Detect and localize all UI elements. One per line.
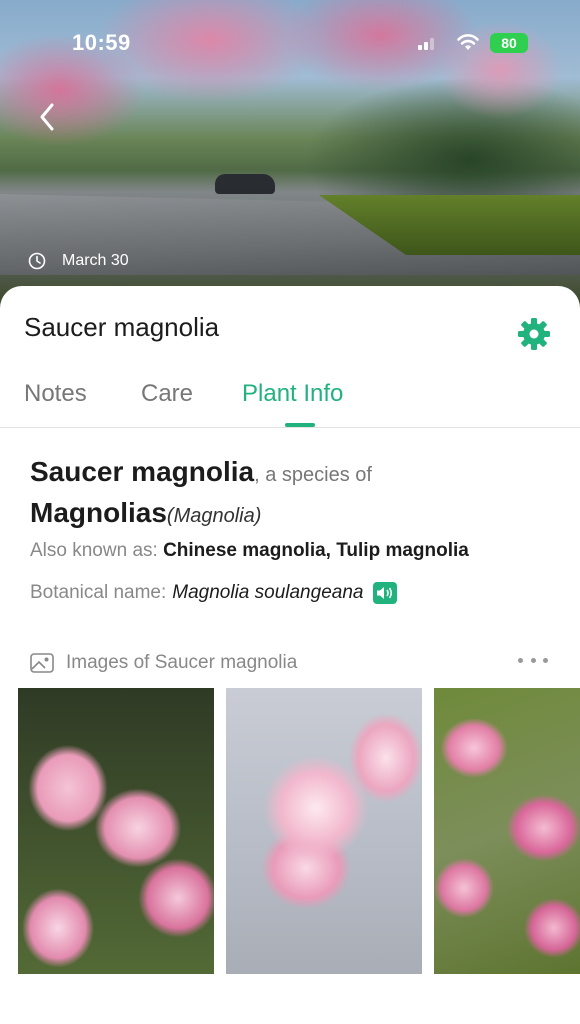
botanical-name: Botanical name: Magnolia soulangeana — [30, 582, 398, 604]
genus-name[interactable]: Magnolias — [30, 497, 167, 528]
chevron-left-icon — [40, 103, 54, 131]
genus-latin: (Magnolia) — [166, 505, 262, 527]
more-icon[interactable] — [518, 658, 548, 666]
tab-care[interactable]: Care — [141, 380, 193, 408]
battery-level: 80 — [501, 35, 517, 51]
plant-image-thumbnail[interactable] — [226, 688, 422, 974]
tab-notes[interactable]: Notes — [24, 380, 87, 408]
plant-image-thumbnail[interactable] — [18, 688, 214, 974]
gear-icon[interactable] — [516, 316, 552, 352]
common-name: Saucer magnolia — [30, 456, 255, 487]
botanical-label: Botanical name: — [30, 582, 167, 603]
back-button[interactable] — [30, 100, 64, 134]
plant-image-thumbnail[interactable] — [434, 688, 580, 974]
signal-icon — [418, 38, 434, 50]
pronunciation-button[interactable] — [373, 582, 398, 604]
tab-plant-info[interactable]: Plant Info — [242, 380, 343, 408]
species-summary: Saucer magnolia, a species of Magnolias(… — [30, 454, 560, 536]
species-connector: , a species of — [254, 464, 372, 486]
battery-indicator: 80 — [490, 33, 528, 53]
speaker-icon — [377, 587, 393, 599]
also-known-as: Also known as: Chinese magnolia, Tulip m… — [30, 540, 469, 562]
aka-label: Also known as: — [30, 540, 158, 561]
images-section-title: Images of Saucer magnolia — [66, 652, 298, 673]
clock-icon — [28, 252, 46, 270]
page-title: Saucer magnolia — [24, 312, 220, 342]
plant-detail-sheet: Saucer magnolia Notes Care Plant Info Sa… — [0, 286, 580, 1024]
photo-date: March 30 — [28, 252, 129, 270]
wifi-icon — [457, 34, 479, 50]
active-tab-indicator — [285, 423, 315, 427]
botanical-value: Magnolia soulangeana — [172, 582, 364, 603]
status-time: 10:59 — [72, 30, 131, 55]
images-section-header: Images of Saucer magnolia — [30, 652, 297, 674]
tab-bar: Notes Care Plant Info — [0, 366, 580, 428]
image-icon — [30, 653, 54, 673]
hero-photo: 10:59 80 March 30 — [0, 0, 580, 310]
date-text: March 30 — [62, 252, 129, 269]
aka-value: Chinese magnolia, Tulip magnolia — [163, 540, 469, 561]
